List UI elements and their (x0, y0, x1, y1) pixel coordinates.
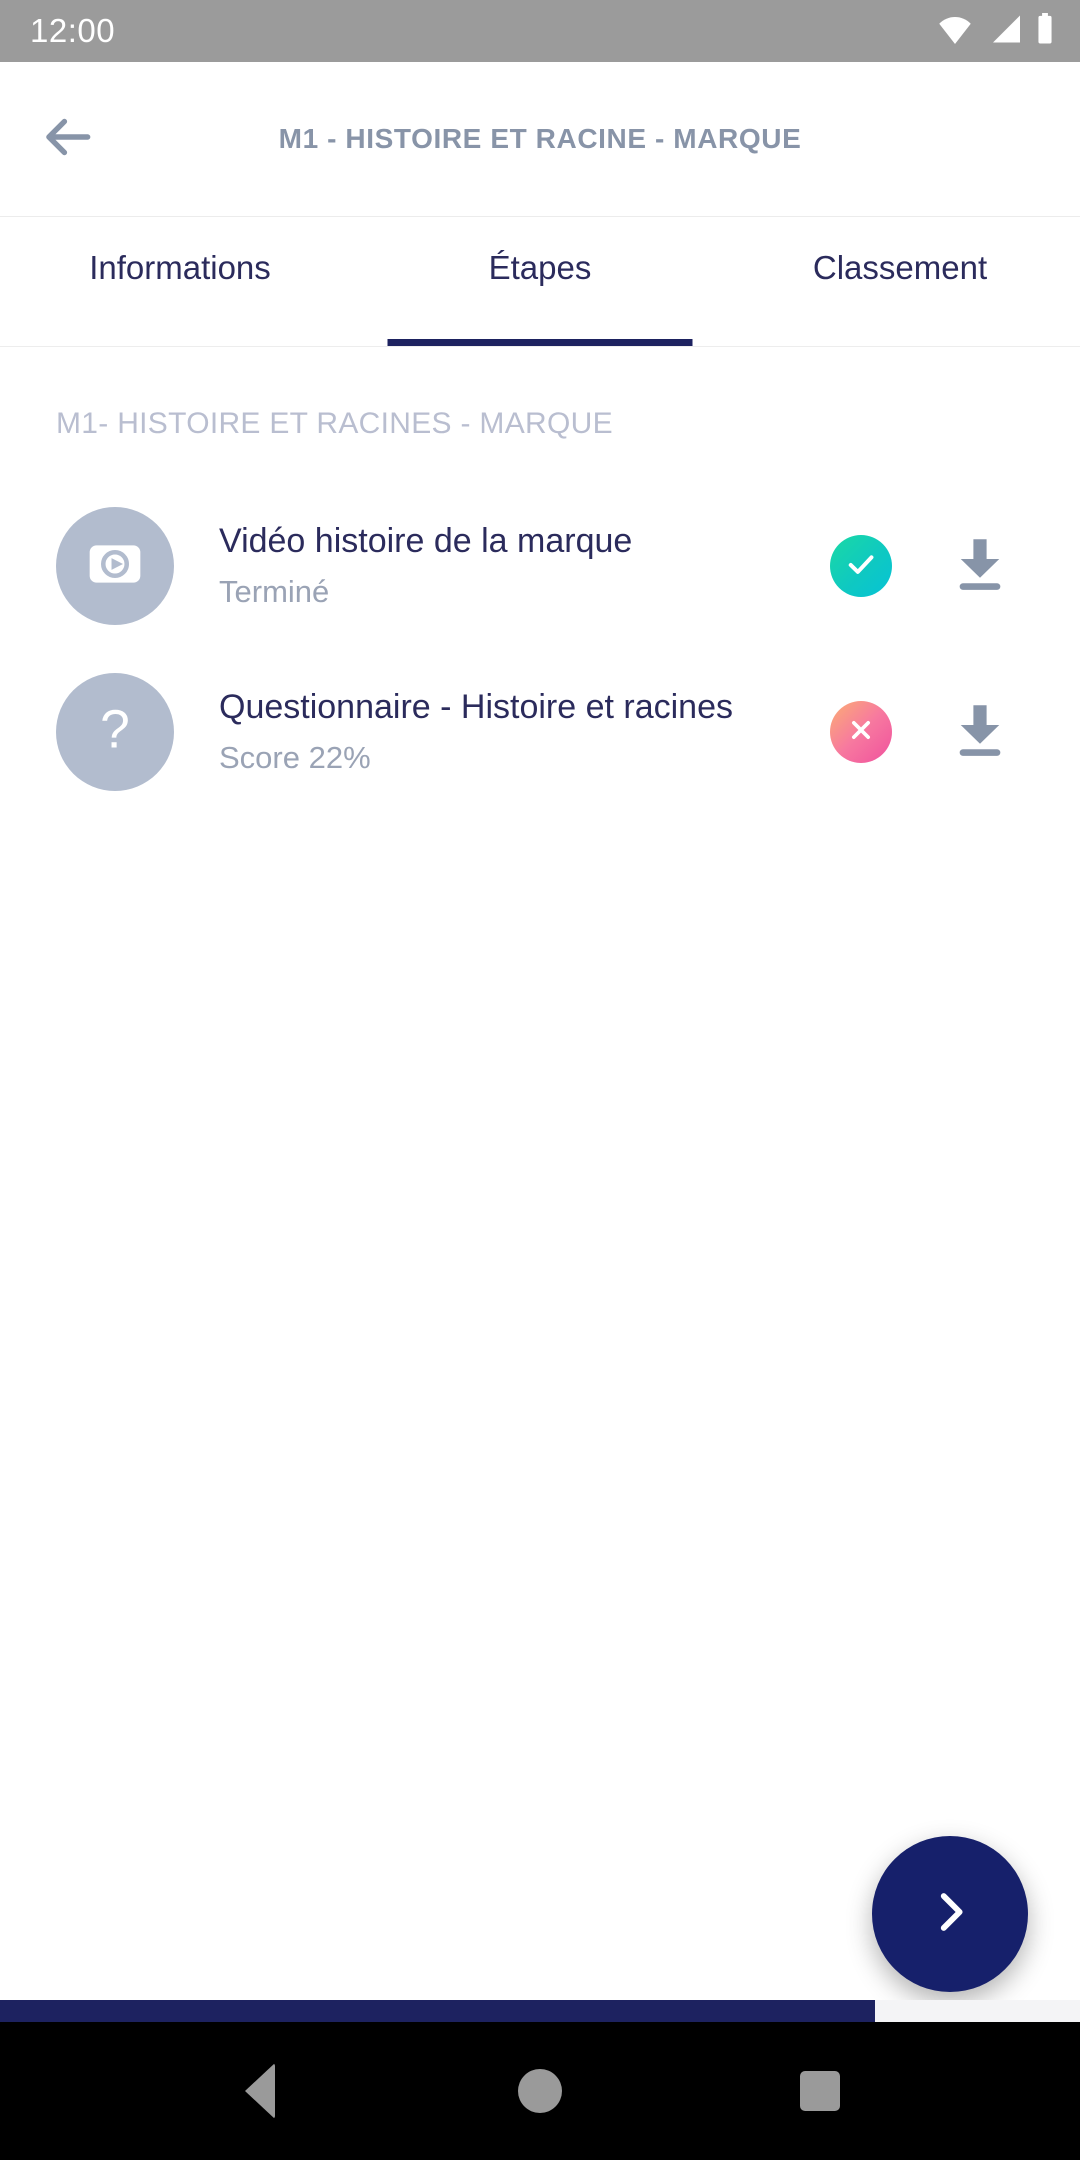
nav-home-button[interactable] (485, 2036, 595, 2146)
page-title: M1 - HISTOIRE ET RACINE - MARQUE (278, 123, 802, 154)
step-text: Questionnaire - Histoire et racines Scor… (174, 686, 802, 779)
question-mark-icon: ? (83, 698, 147, 767)
nav-recents-button[interactable] (765, 2036, 875, 2146)
download-icon (947, 697, 1013, 768)
steps-list: Vidéo histoire de la marque Terminé ? Qu… (0, 441, 1080, 815)
list-item[interactable]: ? Questionnaire - Histoire et racines Sc… (0, 649, 1080, 815)
step-title: Vidéo histoire de la marque (219, 521, 633, 560)
svg-text:?: ? (100, 700, 130, 759)
step-subtitle: Score 22% (219, 740, 371, 776)
step-status (802, 535, 920, 597)
section-title: M1- HISTOIRE ET RACINES - MARQUE (56, 407, 613, 440)
tab-classement[interactable]: Classement (720, 217, 1080, 346)
tab-classement-label: Classement (812, 249, 988, 286)
square-recents-icon (800, 2071, 840, 2111)
tab-etapes[interactable]: Étapes (360, 217, 720, 346)
cellular-signal-icon (988, 14, 1022, 49)
chevron-right-icon (921, 1883, 979, 1946)
next-fab-button[interactable] (872, 1836, 1028, 1992)
arrow-left-icon (36, 106, 98, 173)
wifi-icon (936, 14, 974, 49)
tab-bar: Informations Étapes Classement (0, 217, 1080, 347)
list-item[interactable]: Vidéo histoire de la marque Terminé (0, 483, 1080, 649)
tab-informations[interactable]: Informations (0, 217, 360, 346)
tab-etapes-label: Étapes (488, 249, 592, 286)
video-play-icon (83, 532, 147, 601)
status-bar-icons (936, 12, 1054, 50)
battery-icon (1036, 12, 1054, 50)
step-avatar (56, 507, 174, 625)
download-button[interactable] (920, 697, 1040, 768)
bottom-progress-fill (0, 2000, 875, 2022)
circle-home-icon (518, 2069, 562, 2113)
download-icon (947, 531, 1013, 602)
status-badge-failed (830, 701, 892, 763)
status-badge-completed (830, 535, 892, 597)
close-x-icon (843, 712, 879, 753)
triangle-back-icon (245, 2063, 275, 2119)
status-bar-time: 12:00 (30, 12, 116, 49)
step-avatar: ? (56, 673, 174, 791)
step-status (802, 701, 920, 763)
system-nav-bar (0, 2022, 1080, 2160)
back-button[interactable] (12, 84, 122, 194)
download-button[interactable] (920, 531, 1040, 602)
step-subtitle: Terminé (219, 574, 330, 610)
step-title: Questionnaire - Histoire et racines (219, 687, 734, 726)
tab-informations-label: Informations (89, 249, 271, 286)
step-text: Vidéo histoire de la marque Terminé (174, 520, 802, 613)
bottom-progress-bar (0, 2000, 1080, 2022)
status-bar: 12:00 (0, 0, 1080, 62)
nav-back-button[interactable] (205, 2036, 315, 2146)
tab-active-indicator (387, 339, 693, 346)
app-bar: M1 - HISTOIRE ET RACINE - MARQUE (0, 62, 1080, 217)
check-icon (842, 545, 880, 588)
